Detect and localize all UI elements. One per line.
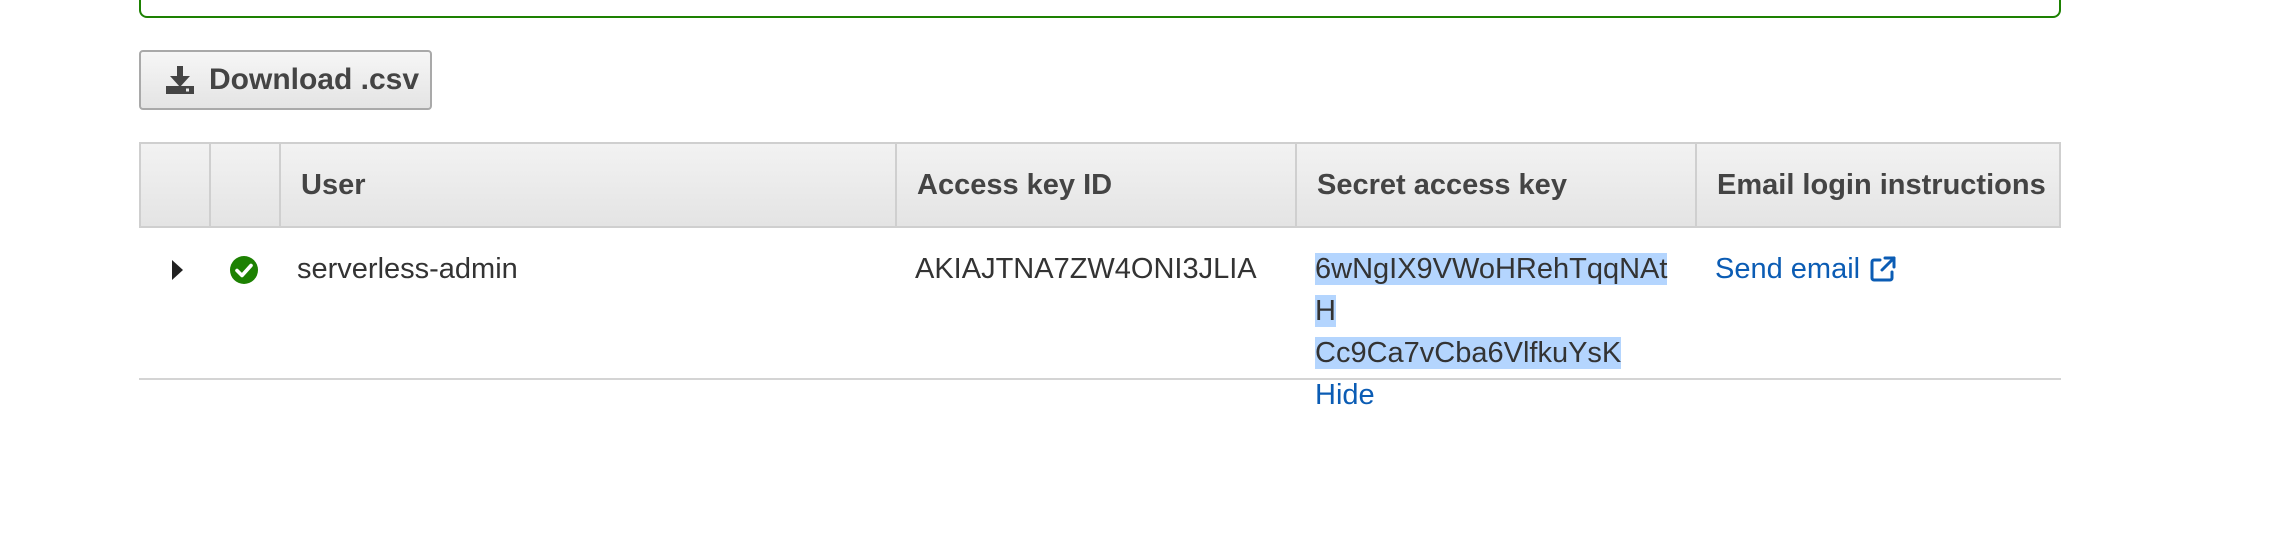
secret-access-key-cell: 6wNgIX9VWoHRehTqqNAtH Cc9Ca7vCba6VlfkuYs… <box>1295 228 1695 411</box>
secret-key-value[interactable]: 6wNgIX9VWoHRehTqqNAtH Cc9Ca7vCba6VlfkuYs… <box>1315 248 1675 374</box>
users-credentials-table: User Access key ID Secret access key Ema… <box>139 142 2061 411</box>
user-cell: serverless-admin <box>297 253 518 285</box>
expand-cell <box>139 228 209 378</box>
caret-right-icon[interactable] <box>171 260 183 280</box>
table-row: serverless-admin AKIAJTNA7ZW4ONI3JLIA 6w… <box>139 228 2061 411</box>
download-icon <box>165 65 195 95</box>
secret-key-line-2: Cc9Ca7vCba6VlfkuYsK <box>1315 337 1622 369</box>
secret-key-line-1: 6wNgIX9VWoHRehTqqNAtH <box>1315 253 1668 327</box>
header-email-login-instructions[interactable]: Email login instructions <box>1697 144 2059 226</box>
status-cell <box>209 228 279 378</box>
external-link-icon <box>1870 256 1896 282</box>
header-user[interactable]: User <box>281 144 897 226</box>
access-key-id-cell: AKIAJTNA7ZW4ONI3JLIA <box>915 253 1257 285</box>
email-login-cell: Send email <box>1695 228 2057 378</box>
send-email-link[interactable]: Send email <box>1715 248 1898 290</box>
page: Download .csv User Access key ID Secret … <box>0 0 2290 542</box>
header-access-key-id[interactable]: Access key ID <box>897 144 1297 226</box>
header-expand-column <box>141 144 211 226</box>
download-csv-label: Download .csv <box>209 63 420 96</box>
header-secret-access-key[interactable]: Secret access key <box>1297 144 1697 226</box>
table-header: User Access key ID Secret access key Ema… <box>139 142 2061 228</box>
header-status-column <box>211 144 281 226</box>
hide-secret-link[interactable]: Hide <box>1315 374 1695 416</box>
success-alert-box <box>139 0 2061 18</box>
download-csv-button[interactable]: Download .csv <box>139 50 432 110</box>
send-email-label: Send email <box>1715 253 1861 285</box>
check-circle-icon <box>230 256 258 284</box>
